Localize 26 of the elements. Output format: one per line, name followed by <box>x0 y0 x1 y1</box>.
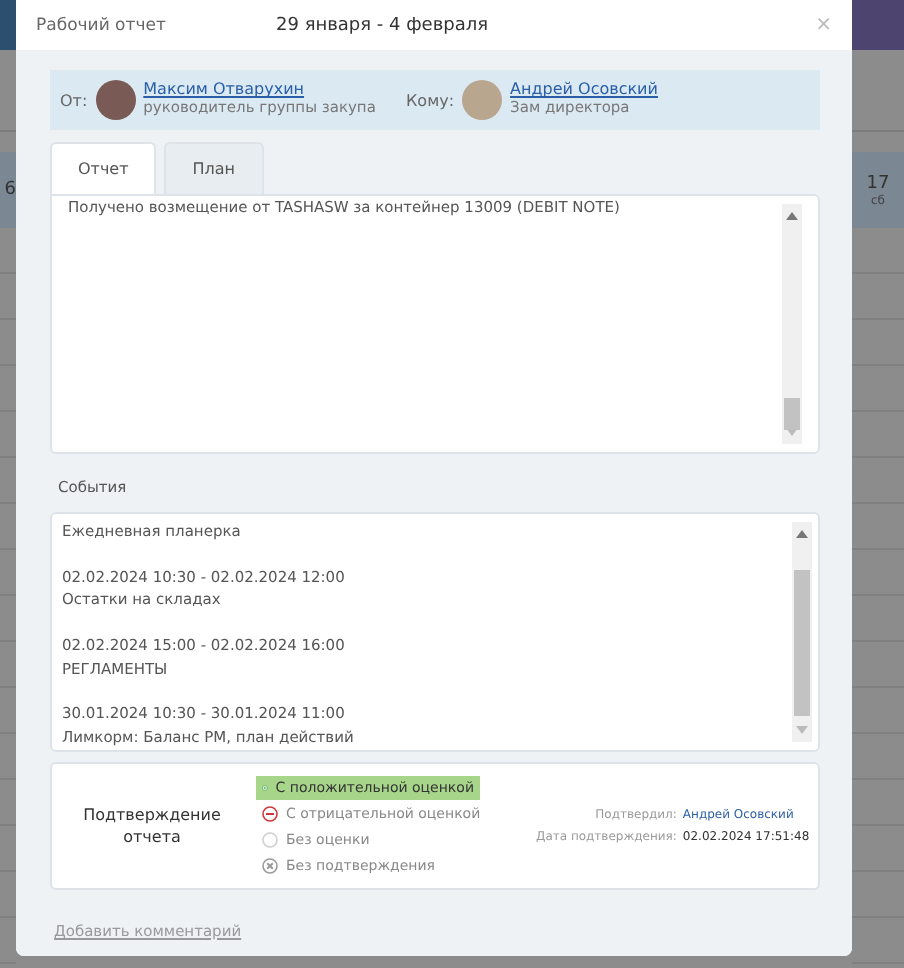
tab[interactable]: План <box>164 142 264 194</box>
person-link[interactable]: Андрей Осовский <box>510 82 658 101</box>
scrollbar-thumb[interactable] <box>794 570 810 716</box>
up-arrow-icon[interactable] <box>796 530 808 538</box>
scrollbar[interactable] <box>792 522 812 742</box>
person-link[interactable]: Максим Отварухин <box>143 82 376 101</box>
modal-title: Рабочий отчет <box>36 15 168 35</box>
to-label: Кому: <box>406 91 455 109</box>
scrollbar-thumb[interactable] <box>784 398 800 430</box>
avatar <box>462 80 503 120</box>
up-arrow-icon[interactable] <box>786 212 798 220</box>
date-range: 29 января - 4 февраля <box>276 15 491 35</box>
confirmation-title: Подтверждение отчета <box>81 803 223 849</box>
cross-circle-icon <box>262 857 278 873</box>
header-bar <box>852 0 904 50</box>
day-number: 6 <box>4 180 16 200</box>
down-arrow-icon[interactable] <box>796 726 808 734</box>
header-bar <box>0 0 16 50</box>
avatar <box>95 80 136 120</box>
minus-circle-icon <box>262 805 278 821</box>
plus-circle-icon <box>262 779 268 795</box>
tab[interactable]: Отчет <box>50 142 157 194</box>
day-number: 17 <box>866 173 890 193</box>
empty-circle-icon <box>262 831 278 847</box>
scrollbar[interactable] <box>782 204 802 444</box>
from-label: От: <box>60 91 88 109</box>
